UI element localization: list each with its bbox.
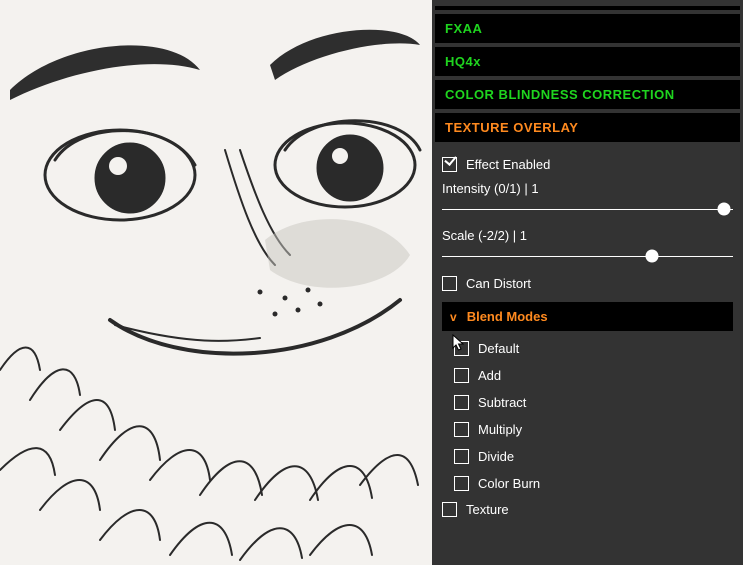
section-texture-overlay[interactable]: TEXTURE OVERLAY: [435, 113, 740, 142]
section-color-blindness[interactable]: COLOR BLINDNESS CORRECTION: [435, 80, 740, 109]
can-distort-row[interactable]: Can Distort: [442, 271, 733, 296]
intensity-slider[interactable]: [442, 202, 733, 216]
blend-modes-label: Blend Modes: [467, 309, 548, 324]
texture-row[interactable]: Texture: [442, 497, 733, 522]
section-label: TEXTURE OVERLAY: [445, 120, 578, 135]
slider-thumb[interactable]: [645, 250, 658, 263]
texture-overlay-body: Effect Enabled Intensity (0/1) | 1 Scale…: [432, 146, 743, 526]
slider-line: [442, 256, 733, 257]
blend-modes-header[interactable]: v Blend Modes: [442, 302, 733, 331]
blend-mode-checkbox[interactable]: [454, 368, 469, 383]
section-label: COLOR BLINDNESS CORRECTION: [445, 87, 675, 102]
effect-enabled-label: Effect Enabled: [466, 157, 550, 172]
effects-panel: FXAA HQ4x COLOR BLINDNESS CORRECTION TEX…: [432, 0, 743, 565]
can-distort-checkbox[interactable]: [442, 276, 457, 291]
effect-enabled-checkbox[interactable]: [442, 157, 457, 172]
blend-mode-checkbox[interactable]: [454, 476, 469, 491]
blend-mode-item[interactable]: Add: [454, 362, 733, 389]
chevron-down-icon: v: [450, 310, 457, 324]
blend-mode-checkbox[interactable]: [454, 449, 469, 464]
blend-mode-label: Multiply: [478, 422, 522, 437]
blend-mode-label: Color Burn: [478, 476, 540, 491]
blend-mode-checkbox[interactable]: [454, 341, 469, 356]
texture-checkbox[interactable]: [442, 502, 457, 517]
canvas-area[interactable]: [0, 0, 432, 565]
blend-mode-item[interactable]: Divide: [454, 443, 733, 470]
section-fxaa[interactable]: FXAA: [435, 14, 740, 43]
panel-top-divider: [435, 6, 740, 10]
blend-mode-item[interactable]: Default: [454, 335, 733, 362]
blend-mode-label: Add: [478, 368, 501, 383]
texture-label: Texture: [466, 502, 509, 517]
blend-modes-list: Default Add Subtract Multiply Divide: [442, 335, 733, 497]
blend-mode-label: Divide: [478, 449, 514, 464]
section-hq4x[interactable]: HQ4x: [435, 47, 740, 76]
blend-mode-checkbox[interactable]: [454, 422, 469, 437]
blend-mode-item[interactable]: Subtract: [454, 389, 733, 416]
effect-enabled-row[interactable]: Effect Enabled: [442, 152, 733, 177]
can-distort-label: Can Distort: [466, 276, 531, 291]
intensity-label: Intensity (0/1) | 1: [442, 181, 733, 196]
section-label: HQ4x: [445, 54, 481, 69]
section-label: FXAA: [445, 21, 482, 36]
blend-mode-label: Default: [478, 341, 519, 356]
slider-thumb[interactable]: [718, 203, 731, 216]
blend-mode-label: Subtract: [478, 395, 526, 410]
sketch-image: [0, 0, 432, 565]
scale-label: Scale (-2/2) | 1: [442, 228, 733, 243]
slider-line: [442, 209, 733, 210]
scale-slider[interactable]: [442, 249, 733, 263]
blend-mode-item[interactable]: Color Burn: [454, 470, 733, 497]
scale-slider-block: Scale (-2/2) | 1: [442, 224, 733, 271]
blend-mode-item[interactable]: Multiply: [454, 416, 733, 443]
blend-mode-checkbox[interactable]: [454, 395, 469, 410]
intensity-slider-block: Intensity (0/1) | 1: [442, 177, 733, 224]
